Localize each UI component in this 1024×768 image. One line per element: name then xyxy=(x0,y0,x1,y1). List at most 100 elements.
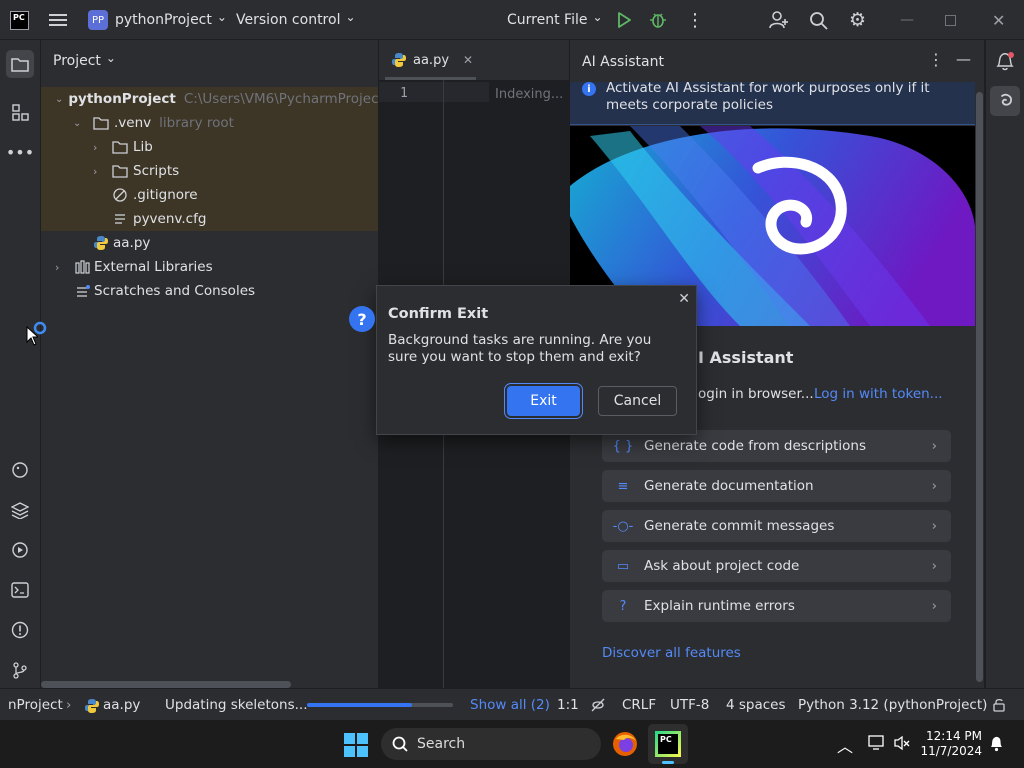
python-console-icon[interactable] xyxy=(8,458,32,482)
tree-item-aa-py[interactable]: aa.py xyxy=(41,231,378,255)
project-panel-title-label: Project xyxy=(53,53,101,69)
windows-start-icon[interactable] xyxy=(344,733,368,761)
python-packages-icon[interactable] xyxy=(8,498,32,522)
pycharm-taskbar-button[interactable]: PC xyxy=(648,724,688,764)
breadcrumb-project[interactable]: nProject xyxy=(8,689,63,721)
app-logo-icon[interactable]: PC xyxy=(10,0,29,40)
exit-button[interactable]: Exit xyxy=(507,386,580,416)
notification-bell-icon[interactable] xyxy=(988,735,1004,756)
structure-icon[interactable] xyxy=(8,100,32,124)
ai-panel-title: AI Assistant xyxy=(582,54,664,70)
taskbar-clock[interactable]: 12:14 PM 11/7/2024 xyxy=(918,729,982,759)
git-branch-icon[interactable] xyxy=(8,658,32,682)
status-bar: nProject › aa.py Updating skeletons... S… xyxy=(0,688,1024,720)
chevron-down-icon[interactable]: ⌄ xyxy=(41,118,93,129)
chevron-down-icon[interactable]: ⌄ xyxy=(41,94,63,105)
show-all-tasks-link[interactable]: Show all (2) xyxy=(470,689,550,721)
editor-tab-aa-py[interactable]: aa.py ✕ xyxy=(391,40,473,80)
current-line-highlight xyxy=(379,82,489,102)
doc-lines-icon: ≡ xyxy=(617,478,629,494)
tree-item-label: pyvenv.cfg xyxy=(133,211,207,227)
caret-position[interactable]: 1:1 xyxy=(557,689,579,721)
main-menu-button[interactable] xyxy=(49,0,67,40)
vcs-menu[interactable]: Version control xyxy=(236,0,356,40)
feature-commit-messages[interactable]: -○- Generate commit messages › xyxy=(602,510,951,542)
network-icon[interactable] xyxy=(868,735,886,755)
background-task[interactable]: Updating skeletons... xyxy=(165,689,308,721)
tree-item-gitignore[interactable]: .gitignore xyxy=(41,183,378,207)
problems-icon[interactable] xyxy=(8,618,32,642)
feature-ask-project[interactable]: ▭ Ask about project code › xyxy=(602,550,951,582)
add-user-button[interactable] xyxy=(769,0,789,40)
tree-item-venv[interactable]: ⌄ .venv library root xyxy=(41,111,378,135)
project-switcher[interactable]: PP pythonProject xyxy=(88,0,227,40)
chevron-right-icon[interactable]: › xyxy=(41,261,75,274)
chevron-right-icon[interactable]: › xyxy=(41,141,112,154)
inspections-off-icon[interactable] xyxy=(590,689,606,721)
app-badge: PC xyxy=(10,10,29,30)
notifications-bell-icon[interactable] xyxy=(994,50,1016,76)
close-dialog-icon[interactable]: ✕ xyxy=(678,291,690,307)
login-browser-partial[interactable]: ogin in browser... xyxy=(698,386,814,402)
login-token-link[interactable]: Log in with token... xyxy=(814,386,943,402)
bug-icon xyxy=(650,13,666,28)
feature-label: Generate documentation xyxy=(644,478,814,494)
more-actions-icon[interactable]: ⋮ xyxy=(686,0,704,40)
chevron-right-icon: › xyxy=(931,438,937,454)
editor-tab-bar: aa.py ✕ xyxy=(379,40,570,80)
feature-label: Generate code from descriptions xyxy=(644,438,866,454)
file-encoding[interactable]: UTF-8 xyxy=(670,689,709,721)
line-separator[interactable]: CRLF xyxy=(622,689,656,721)
tree-item-scratches[interactable]: Scratches and Consoles xyxy=(41,279,378,303)
close-tab-icon[interactable]: ✕ xyxy=(463,53,473,67)
tree-item-label: .venv xyxy=(114,115,152,131)
terminal-icon[interactable] xyxy=(8,578,32,602)
project-panel-title[interactable]: Project xyxy=(53,53,116,69)
editor-tab-label: aa.py xyxy=(413,52,450,68)
tree-item-lib[interactable]: › Lib xyxy=(41,135,378,159)
taskbar-search-box[interactable]: Search xyxy=(381,728,601,760)
maximize-window-icon[interactable] xyxy=(945,0,956,40)
chevron-right-icon[interactable]: › xyxy=(41,165,112,178)
ai-options-icon[interactable]: ⋮ xyxy=(928,50,944,69)
tree-item-pythonproject[interactable]: ⌄ pythonProject C:\Users\VM6\PycharmProj… xyxy=(41,87,378,111)
debug-button[interactable] xyxy=(649,0,667,40)
tree-item-pyvenv-cfg[interactable]: pyvenv.cfg xyxy=(41,207,378,231)
lock-icon[interactable] xyxy=(992,689,1006,721)
task-progress-fill xyxy=(307,703,413,707)
active-app-indicator xyxy=(662,761,674,764)
chevron-down-icon xyxy=(101,53,116,69)
tree-item-external-libraries[interactable]: › External Libraries xyxy=(41,255,378,279)
project-tool-folder-icon[interactable] xyxy=(6,50,34,78)
python-file-icon xyxy=(392,53,406,67)
volume-muted-icon[interactable] xyxy=(893,735,911,755)
ai-assistant-tool-icon[interactable] xyxy=(990,86,1020,116)
ai-scrollbar-thumb[interactable] xyxy=(976,92,983,682)
tree-item-scripts[interactable]: › Scripts xyxy=(41,159,378,183)
hide-panel-icon[interactable]: — xyxy=(956,50,971,68)
discover-features-link[interactable]: Discover all features xyxy=(602,645,741,661)
more-tools-icon[interactable]: ••• xyxy=(6,140,34,164)
tray-overflow-chevron-icon[interactable]: ︿ xyxy=(837,733,853,757)
project-name: pythonProject xyxy=(115,12,212,28)
close-window-icon[interactable]: ✕ xyxy=(992,0,1005,40)
project-panel: Project ⌄ pythonProject C:\Users\VM6\Pyc… xyxy=(41,40,378,688)
folder-icon xyxy=(93,117,109,130)
add-user-icon xyxy=(769,11,788,29)
run-config-selector[interactable]: Current File xyxy=(507,0,603,40)
cancel-button[interactable]: Cancel xyxy=(598,386,677,416)
services-icon[interactable] xyxy=(8,538,32,562)
minimize-window-icon[interactable]: — xyxy=(900,0,914,40)
project-horizontal-scrollbar[interactable] xyxy=(41,681,291,688)
indent-setting[interactable]: 4 spaces xyxy=(726,689,786,721)
settings-gear-icon[interactable]: ⚙ xyxy=(849,0,866,40)
python-interpreter[interactable]: Python 3.12 (pythonProject) xyxy=(798,689,987,721)
feature-generate-docs[interactable]: ≡ Generate documentation › xyxy=(602,470,951,502)
search-button[interactable] xyxy=(809,0,828,40)
feature-explain-errors[interactable]: ? Explain runtime errors › xyxy=(602,590,951,622)
task-progress-bar[interactable] xyxy=(307,703,453,707)
breadcrumb-file[interactable]: aa.py xyxy=(84,689,140,721)
tree-item-label: Scratches and Consoles xyxy=(94,283,256,299)
run-button[interactable] xyxy=(616,0,632,40)
firefox-icon[interactable] xyxy=(612,731,638,761)
